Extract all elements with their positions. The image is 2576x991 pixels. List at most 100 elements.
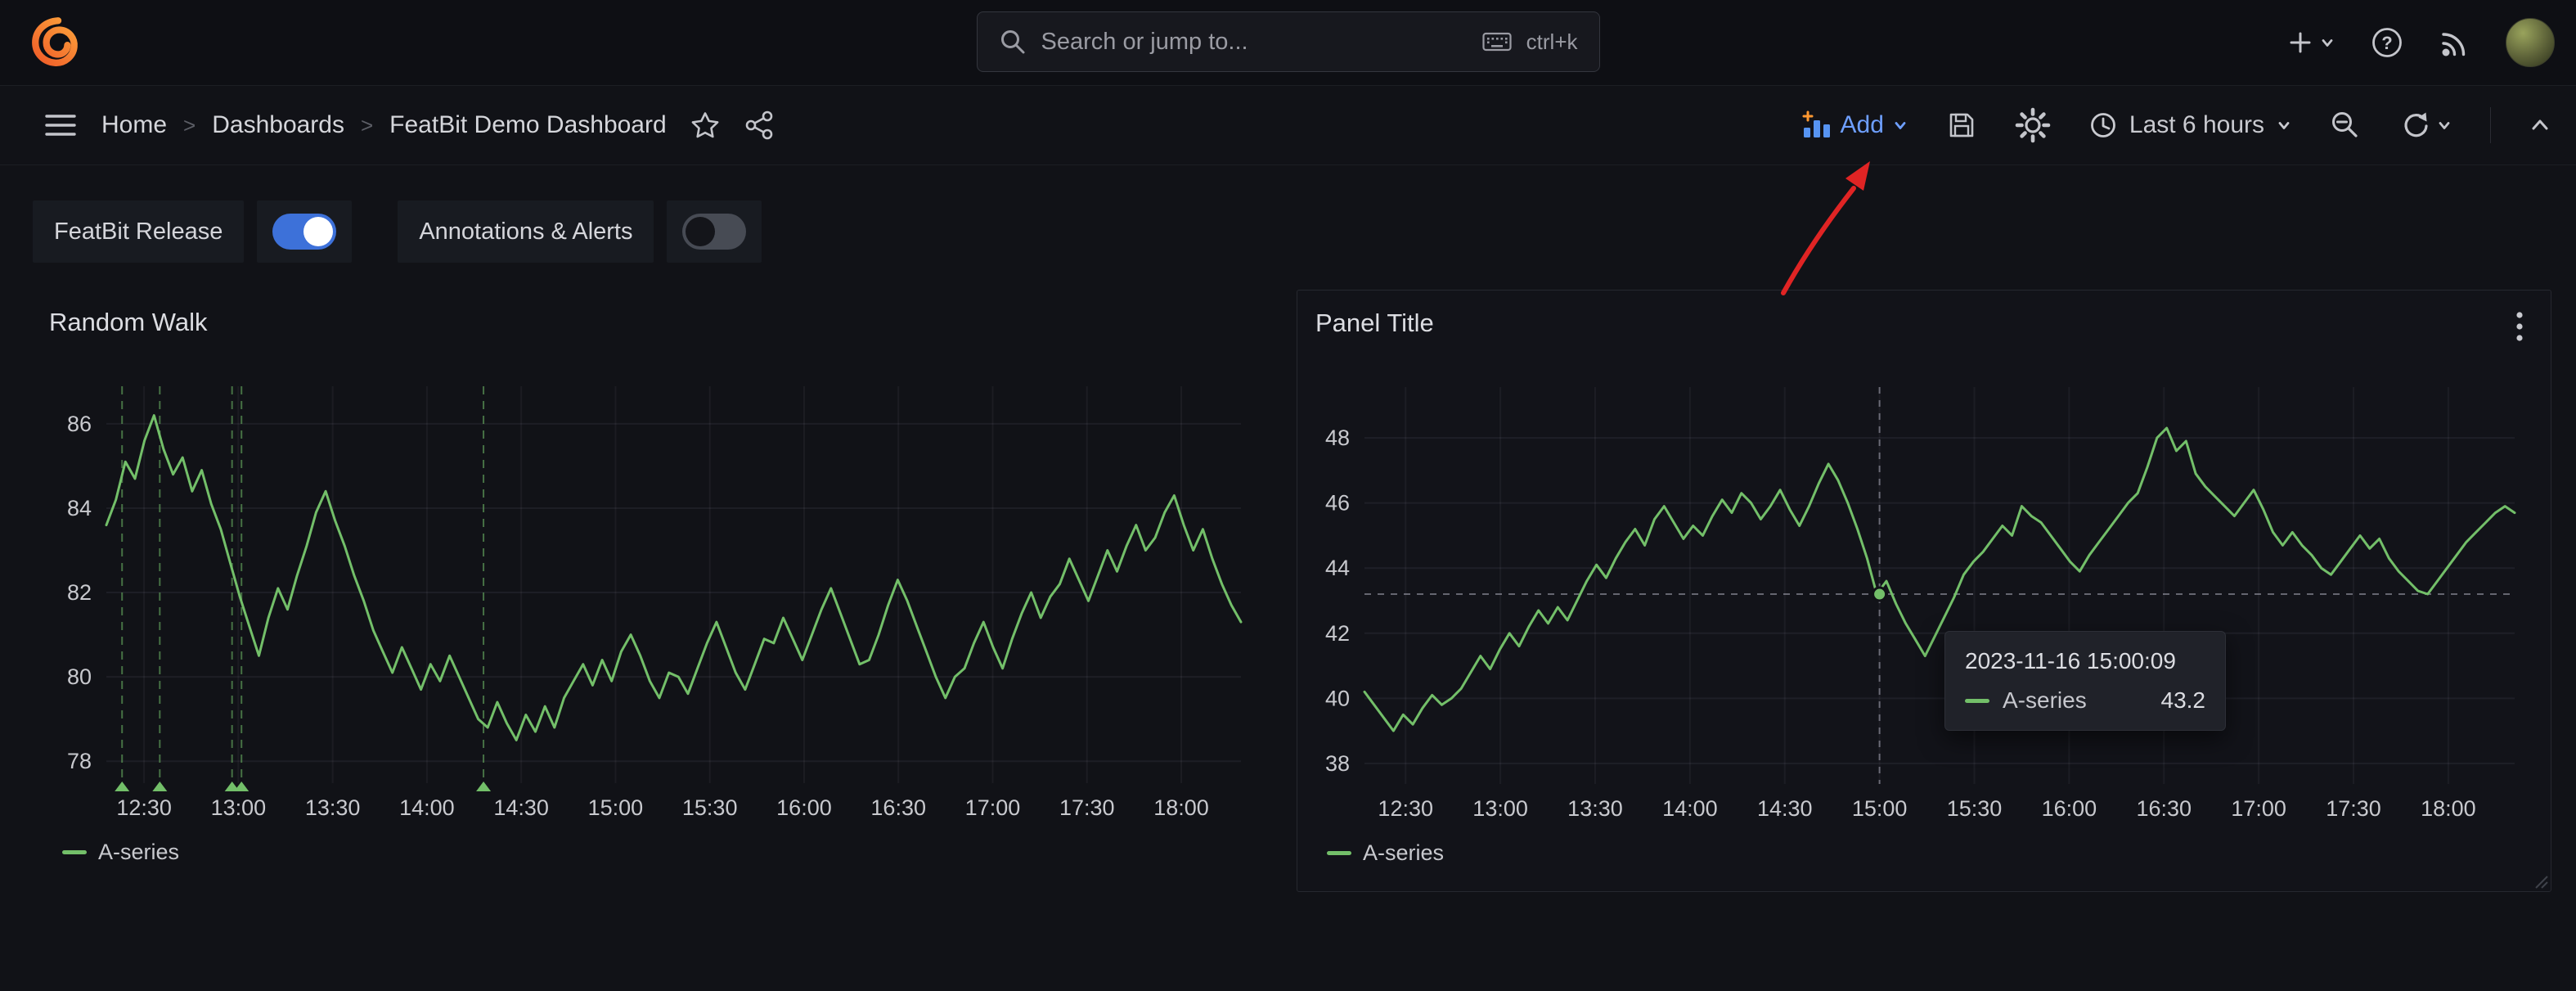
refresh-interval-dropdown[interactable]: [2436, 117, 2452, 133]
share-button[interactable]: [744, 110, 775, 141]
svg-text:48: 48: [1325, 426, 1350, 450]
annotations-alerts-control: Annotations & Alerts: [398, 200, 762, 263]
chevron-down-icon: [2319, 34, 2335, 51]
collapse-toolbar-button[interactable]: [2529, 115, 2551, 135]
user-avatar[interactable]: [2506, 18, 2555, 67]
legend-series-marker: [62, 850, 87, 854]
grafana-logo-icon[interactable]: [29, 15, 83, 69]
random-walk-chart[interactable]: 12:3013:0013:3014:0014:3015:0015:3016:00…: [33, 360, 1276, 851]
chevron-down-icon: [2436, 117, 2452, 133]
featbit-release-toggle[interactable]: [272, 214, 336, 250]
favorite-button[interactable]: [690, 110, 721, 140]
menu-toggle-button[interactable]: [43, 109, 79, 142]
svg-text:14:30: 14:30: [493, 795, 549, 820]
svg-text:13:30: 13:30: [1567, 796, 1623, 821]
help-icon: ?: [2370, 25, 2404, 60]
news-button[interactable]: [2439, 26, 2471, 59]
dashboard-settings-button[interactable]: [2015, 107, 2051, 143]
refresh-group: [2398, 110, 2452, 141]
annotations-alerts-toggle[interactable]: [682, 214, 746, 250]
legend-item[interactable]: A-series: [62, 840, 179, 865]
grafana-dashboard: Search or jump to... ctrl+k: [0, 0, 2576, 991]
gear-icon: [2015, 107, 2051, 143]
panel-title: Panel Title: [1315, 309, 1434, 338]
add-panel-icon: [1801, 110, 1832, 141]
legend-item[interactable]: A-series: [1327, 840, 1444, 866]
svg-text:?: ?: [2381, 33, 2392, 53]
search-icon: [999, 28, 1027, 56]
svg-text:14:00: 14:00: [1662, 796, 1718, 821]
chevron-down-icon: [1892, 117, 1908, 133]
search-input[interactable]: Search or jump to... ctrl+k: [977, 11, 1600, 72]
toolbar-actions: Add: [1801, 107, 2576, 143]
time-range-picker[interactable]: Last 6 hours: [2088, 110, 2292, 140]
refresh-icon: [2398, 110, 2430, 141]
svg-text:17:00: 17:00: [2231, 796, 2286, 821]
kebab-icon: [2515, 310, 2524, 343]
breadcrumb-separator: >: [183, 113, 196, 138]
tooltip-series-marker: [1965, 699, 1989, 703]
plus-icon: [2288, 30, 2313, 55]
time-range-label: Last 6 hours: [2129, 111, 2264, 139]
dashboard-submenu: FeatBit Release Annotations & Alerts: [33, 200, 762, 263]
breadcrumb-dashboards[interactable]: Dashboards: [212, 111, 344, 139]
featbit-release-control: FeatBit Release: [33, 200, 352, 263]
help-button[interactable]: ?: [2370, 25, 2404, 60]
add-label: Add: [1841, 111, 1884, 139]
svg-text:17:30: 17:30: [2326, 796, 2381, 821]
svg-text:44: 44: [1325, 556, 1350, 580]
svg-text:18:00: 18:00: [2421, 796, 2476, 821]
chevron-up-icon: [2529, 115, 2551, 135]
add-panel-button[interactable]: Add: [1801, 110, 1908, 141]
save-icon: [1946, 110, 1977, 141]
breadcrumb-home[interactable]: Home: [101, 111, 167, 139]
panel-title-chart[interactable]: 12:30 13:00 13:30 14:00 14:30 15:00 15:30 16:00…: [1297, 361, 2551, 852]
zoom-out-button[interactable]: [2330, 110, 2361, 141]
svg-text:14:30: 14:30: [1757, 796, 1813, 821]
svg-text:13:00: 13:00: [1472, 796, 1528, 821]
dashboard-toolbar: Home > Dashboards > FeatBit Demo Dashboa…: [0, 86, 2576, 165]
zoom-out-icon: [2330, 110, 2361, 141]
svg-text:16:00: 16:00: [776, 795, 832, 820]
keyboard-icon: [1482, 30, 1512, 53]
svg-text:80: 80: [67, 664, 92, 689]
refresh-button[interactable]: [2398, 110, 2430, 141]
svg-text:18:00: 18:00: [1153, 795, 1209, 820]
svg-text:38: 38: [1325, 751, 1350, 776]
save-dashboard-button[interactable]: [1946, 110, 1977, 141]
tooltip-series-name: A-series: [2003, 687, 2087, 714]
svg-text:17:00: 17:00: [965, 795, 1021, 820]
share-icon: [744, 110, 775, 141]
svg-text:12:30: 12:30: [1378, 796, 1433, 821]
svg-text:15:30: 15:30: [1947, 796, 2003, 821]
legend-series-label: A-series: [1363, 840, 1444, 866]
svg-text:15:00: 15:00: [1852, 796, 1908, 821]
clock-icon: [2088, 110, 2118, 140]
svg-text:40: 40: [1325, 686, 1350, 710]
panel-title-panel: Panel Title 12:30 13:00 13:30 14:00 14:30 15:…: [1297, 290, 2551, 892]
hamburger-icon: [43, 109, 79, 142]
svg-text:13:30: 13:30: [305, 795, 361, 820]
search-shortcut: ctrl+k: [1526, 29, 1578, 55]
chevron-down-icon: [2276, 117, 2292, 133]
panel-random-walk: Random Walk 12:3013:0013:3014:0014:3015:…: [33, 290, 1276, 892]
panel-menu-button[interactable]: [2502, 307, 2538, 346]
legend-series-marker: [1327, 851, 1351, 855]
svg-text:16:30: 16:30: [2136, 796, 2192, 821]
top-header: Search or jump to... ctrl+k: [0, 0, 2576, 86]
svg-text:42: 42: [1325, 621, 1350, 646]
svg-text:86: 86: [67, 412, 92, 436]
new-menu-button[interactable]: [2288, 30, 2335, 55]
nav-left: Home > Dashboards > FeatBit Demo Dashboa…: [0, 109, 775, 142]
svg-text:82: 82: [67, 580, 92, 605]
svg-text:17:30: 17:30: [1059, 795, 1115, 820]
svg-text:13:00: 13:00: [211, 795, 267, 820]
tooltip-series-value: 43.2: [2161, 687, 2206, 714]
svg-text:15:30: 15:30: [682, 795, 738, 820]
breadcrumb-separator: >: [361, 113, 373, 138]
tooltip-time: 2023-11-16 15:00:09: [1965, 648, 2205, 674]
svg-text:16:00: 16:00: [2042, 796, 2097, 821]
panel-resize-handle[interactable]: [2533, 873, 2549, 890]
svg-text:78: 78: [67, 749, 92, 773]
legend-series-label: A-series: [98, 840, 179, 865]
